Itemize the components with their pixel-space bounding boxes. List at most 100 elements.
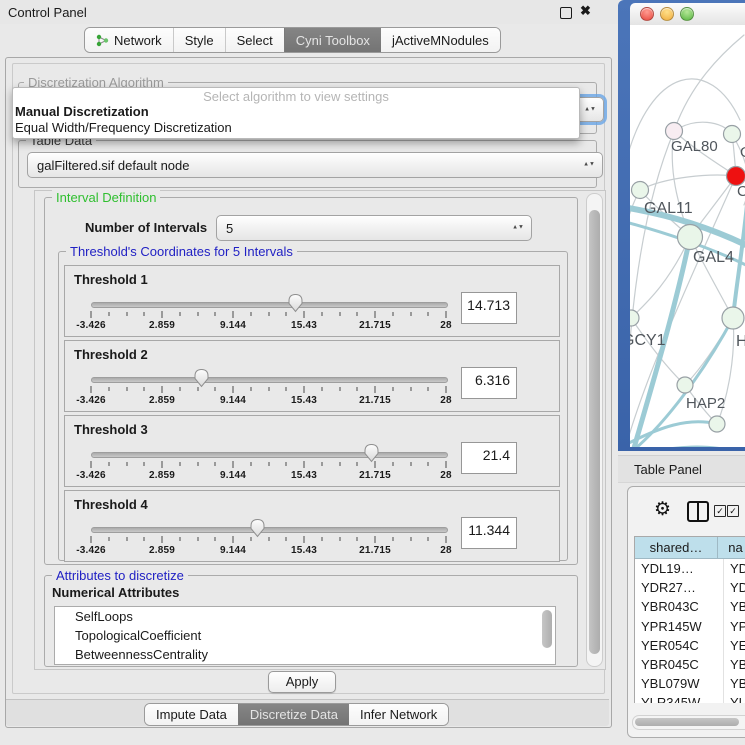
node[interactable] [709,416,725,432]
close-icon[interactable]: ✖ [580,3,591,19]
cell-name[interactable]: YLR3 [724,693,745,703]
tab-infer-network[interactable]: Infer Network [349,704,448,725]
tab-impute-data[interactable]: Impute Data [145,704,238,725]
table-row[interactable]: YPR145WYPR1 [635,617,745,636]
gear-icon[interactable]: ⚙ [654,500,671,519]
network-view[interactable]: GAL80GCGAL11GAL4GCY1HHAP2 [630,25,745,447]
zoom-traffic-light-icon[interactable] [680,7,694,21]
table-row[interactable]: YDR27…YDR2 [635,578,745,597]
table-header-row: shared… na [635,537,745,559]
tab-label: Cyni Toolbox [296,33,370,48]
threshold-value-field[interactable]: 6.316 [461,367,517,399]
slider-track[interactable] [91,527,448,533]
table-data-value: galFiltered.sif default node [37,158,189,173]
cell-name[interactable]: YER0 [724,636,745,655]
cell-shared-name[interactable]: YDR27… [635,578,724,597]
float-icon[interactable] [560,7,572,19]
tab-jactivemnodules[interactable]: jActiveMNodules [381,28,500,52]
tab-label: Style [185,33,214,48]
cell-name[interactable]: YBR0 [724,655,745,674]
slider-thumb[interactable] [287,293,304,313]
threshold-value-field[interactable]: 14.713 [461,292,517,324]
split-columns-icon[interactable] [687,501,709,522]
slider-thumb-icon [363,443,380,463]
cell-name[interactable]: YDL1 [724,559,745,578]
dropdown-option[interactable]: Manual Discretization [13,104,579,120]
list-item[interactable]: BetweennessCentrality [55,645,555,664]
dropdown-prompt: Select algorithm to view settings [13,88,579,104]
number-of-intervals-value: 5 [226,221,233,236]
node-h[interactable] [722,307,744,329]
bottom-tab-bar: Impute DataDiscretize DataInfer Network [144,703,449,726]
cell-shared-name[interactable]: YPR145W [635,617,724,636]
list-item[interactable]: TopologicalCoefficient [55,626,555,645]
cell-shared-name[interactable]: YBL079W [635,674,724,693]
table-row[interactable]: YLR345WYLR3 [635,693,745,703]
tab-cyni-toolbox[interactable]: Cyni Toolbox [284,28,381,52]
checkbox-icon[interactable]: ✓ [727,505,739,517]
edge-highlighted[interactable] [733,195,745,318]
cell-name[interactable]: YDR2 [724,578,745,597]
scrollbar-thumb[interactable] [635,718,739,726]
dropdown-option[interactable]: Equal Width/Frequency Discretization [13,120,579,136]
slider-track[interactable] [91,452,448,458]
slider-ticks [91,311,446,319]
table-row[interactable]: YBR045CYBR0 [635,655,745,674]
minimize-traffic-light-icon[interactable] [660,7,674,21]
cell-name[interactable]: YBL0 [724,674,745,693]
thresholds-group-label: Threshold's Coordinates for 5 Intervals [66,244,297,259]
column-header-shared-name[interactable]: shared… [635,537,718,558]
cell-shared-name[interactable]: YER054C [635,636,724,655]
node-label: GAL80 [671,138,718,155]
node-gal11[interactable] [632,182,649,199]
slider-track[interactable] [91,377,448,383]
slider-thumb[interactable] [193,368,210,388]
edge[interactable] [631,318,685,385]
threshold-value-field[interactable]: 21.4 [461,442,517,474]
tab-discretize-data[interactable]: Discretize Data [238,704,349,725]
scrollbar-thumb[interactable] [589,210,600,654]
number-of-intervals-combobox[interactable]: 5 ▲▼ [216,215,532,241]
cell-name[interactable]: YPR1 [724,617,745,636]
tab-network[interactable]: Network [85,28,173,52]
threshold-value-field[interactable]: 11.344 [461,517,517,549]
cell-shared-name[interactable]: YBR043C [635,597,724,616]
slider-tick-labels: -3.4262.8599.14415.4321.71528 [91,395,446,407]
table-row[interactable]: YER054CYER0 [635,636,745,655]
slider-track[interactable] [91,302,448,308]
vertical-scrollbar[interactable] [586,193,603,667]
node-gal4[interactable] [678,225,703,250]
edge[interactable] [630,131,674,445]
apply-button[interactable]: Apply [268,671,336,693]
threshold-panel-4: Threshold 4-3.4262.8599.14415.4321.71528… [64,490,560,562]
slider-thumb[interactable] [363,443,380,463]
node-g[interactable] [724,126,741,143]
node-gal80[interactable] [666,123,683,140]
table-data-combobox[interactable]: galFiltered.sif default node ▲▼ [27,152,603,178]
network-window-titlebar [630,3,745,26]
table-row[interactable]: YDL19…YDL1 [635,559,745,578]
horizontal-scrollbar[interactable] [632,715,745,730]
tab-select[interactable]: Select [225,28,284,52]
close-traffic-light-icon[interactable] [640,7,654,21]
node-hap2[interactable] [677,377,693,393]
network-graph[interactable]: GAL80GCGAL11GAL4GCY1HHAP2 [630,25,745,447]
cell-name[interactable]: YBR0 [724,597,745,616]
table-row[interactable]: YBL079WYBL0 [635,674,745,693]
node-label: HAP2 [686,395,725,412]
algorithm-dropdown-popup: Select algorithm to view settings Manual… [12,87,580,139]
checkbox-icon[interactable]: ✓ [714,505,726,517]
node-label: H [736,333,745,350]
column-header-name[interactable]: na [718,537,745,558]
numerical-attributes-list[interactable]: SelfLoopsTopologicalCoefficientBetweenne… [54,606,556,665]
list-item[interactable]: SelfLoops [55,607,555,626]
table-row[interactable]: YBR043CYBR0 [635,597,745,616]
cell-shared-name[interactable]: YBR045C [635,655,724,674]
node-label: GAL4 [693,249,734,266]
tab-style[interactable]: Style [173,28,225,52]
slider-thumb[interactable] [249,518,266,538]
cell-shared-name[interactable]: YDL19… [635,559,724,578]
list-scrollbar-thumb[interactable] [542,610,552,648]
cell-shared-name[interactable]: YLR345W [635,693,724,703]
slider-ticks [91,536,446,544]
